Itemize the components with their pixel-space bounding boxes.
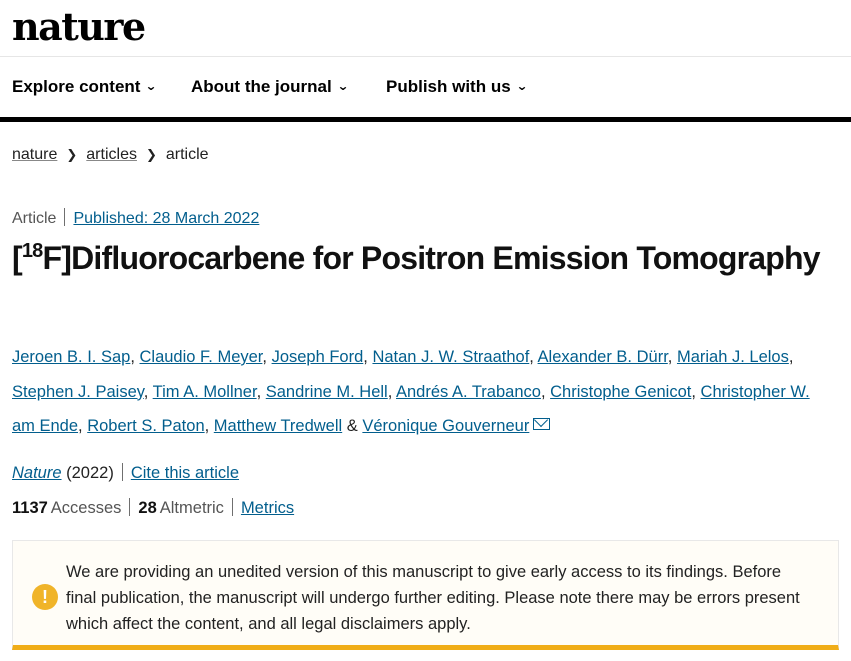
author-separator: , — [204, 417, 214, 435]
author-link[interactable]: Andrés A. Trabanco — [396, 383, 541, 401]
chevron-right-icon: ❯ — [145, 147, 157, 162]
citation-line: Nature (2022) Cite this article — [12, 463, 239, 483]
author-link[interactable]: Tim A. Mollner — [153, 383, 257, 401]
author-separator: , — [387, 382, 396, 401]
author-separator: , — [78, 417, 88, 435]
cite-this-article-link[interactable]: Cite this article — [131, 464, 239, 482]
breadcrumb-nature[interactable]: nature — [12, 146, 57, 163]
title-text: F]Difluorocarbene for Positron Emission … — [42, 240, 821, 276]
author-last-separator: & — [342, 417, 363, 435]
chevron-right-icon: ❯ — [66, 147, 78, 162]
chevron-down-icon: ⌄ — [515, 79, 528, 93]
unedited-manuscript-notice: ! We are providing an unedited version o… — [12, 540, 839, 650]
author-separator: , — [540, 382, 551, 401]
author-link[interactable]: Stephen J. Paisey — [12, 383, 144, 401]
breadcrumb: nature ❯ articles ❯ article — [12, 146, 209, 164]
article-type: Article — [12, 210, 57, 227]
breadcrumb-articles[interactable]: articles — [86, 146, 137, 163]
author-separator: , — [529, 348, 538, 366]
notice-text: We are providing an unedited version of … — [66, 563, 800, 633]
nav-publish-with-us[interactable]: Publish with us ⌄ — [386, 77, 528, 97]
author-link[interactable]: Claudio F. Meyer — [140, 348, 263, 366]
metrics-link[interactable]: Metrics — [241, 499, 294, 517]
author-separator: , — [788, 348, 794, 366]
header-logo-bar: nature — [0, 0, 851, 57]
author-link[interactable]: Joseph Ford — [272, 348, 364, 366]
author-link[interactable]: Alexander B. Dürr — [538, 348, 668, 366]
accesses-count: 1137 — [12, 499, 48, 517]
title-bracket: [ — [12, 240, 23, 276]
altmetric-score: 28 — [138, 499, 157, 517]
author-link[interactable]: Jeroen B. I. Sap — [12, 348, 130, 366]
divider — [64, 208, 66, 226]
author-list: Jeroen B. I. Sap, Claudio F. Meyer, Jose… — [12, 340, 832, 444]
author-link[interactable]: Robert S. Paton — [87, 417, 204, 435]
author-separator: , — [667, 348, 677, 366]
nav-explore-content[interactable]: Explore content ⌄ — [12, 77, 158, 97]
author-link[interactable]: Mariah J. Lelos — [677, 348, 789, 366]
author-link[interactable]: Natan J. W. Straathof — [372, 348, 529, 366]
article-title: [18F]Difluorocarbene for Positron Emissi… — [12, 240, 832, 276]
author-link[interactable]: Matthew Tredwell — [214, 417, 342, 435]
published-date-link[interactable]: Published: 28 March 2022 — [73, 210, 259, 227]
nav-label: About the journal — [191, 77, 332, 96]
journal-link[interactable]: Nature — [12, 464, 62, 482]
breadcrumb-current: article — [165, 146, 209, 163]
divider — [231, 498, 233, 516]
author-separator: , — [130, 348, 140, 366]
author-link[interactable]: Véronique Gouverneur — [362, 417, 529, 435]
article-meta: Article Published: 28 March 2022 — [12, 208, 259, 228]
author-link[interactable]: Christophe Genicot — [550, 383, 691, 401]
nature-logo[interactable]: nature — [12, 3, 146, 51]
altmetric-label: Altmetric — [159, 499, 224, 517]
chevron-down-icon: ⌄ — [145, 79, 158, 93]
divider — [129, 498, 131, 516]
author-separator: , — [691, 382, 701, 401]
title-superscript: 18 — [21, 240, 43, 262]
accesses-label: Accesses — [50, 499, 122, 517]
article-metrics: 1137 Accesses 28 Altmetric Metrics — [12, 498, 294, 518]
author-link[interactable]: Sandrine M. Hell — [266, 383, 388, 401]
author-separator: , — [262, 348, 272, 366]
divider — [121, 463, 123, 481]
publication-year: (2022) — [61, 464, 114, 482]
chevron-down-icon: ⌄ — [336, 79, 349, 93]
nav-label: Publish with us — [386, 77, 511, 96]
nav-label: Explore content — [12, 77, 141, 96]
author-separator: , — [256, 382, 266, 401]
author-separator: , — [143, 382, 153, 401]
email-icon[interactable] — [533, 418, 551, 430]
main-nav: Explore content ⌄ About the journal ⌄ Publ… — [0, 57, 851, 122]
warning-icon: ! — [32, 584, 58, 610]
nav-about-journal[interactable]: About the journal ⌄ — [191, 77, 349, 97]
